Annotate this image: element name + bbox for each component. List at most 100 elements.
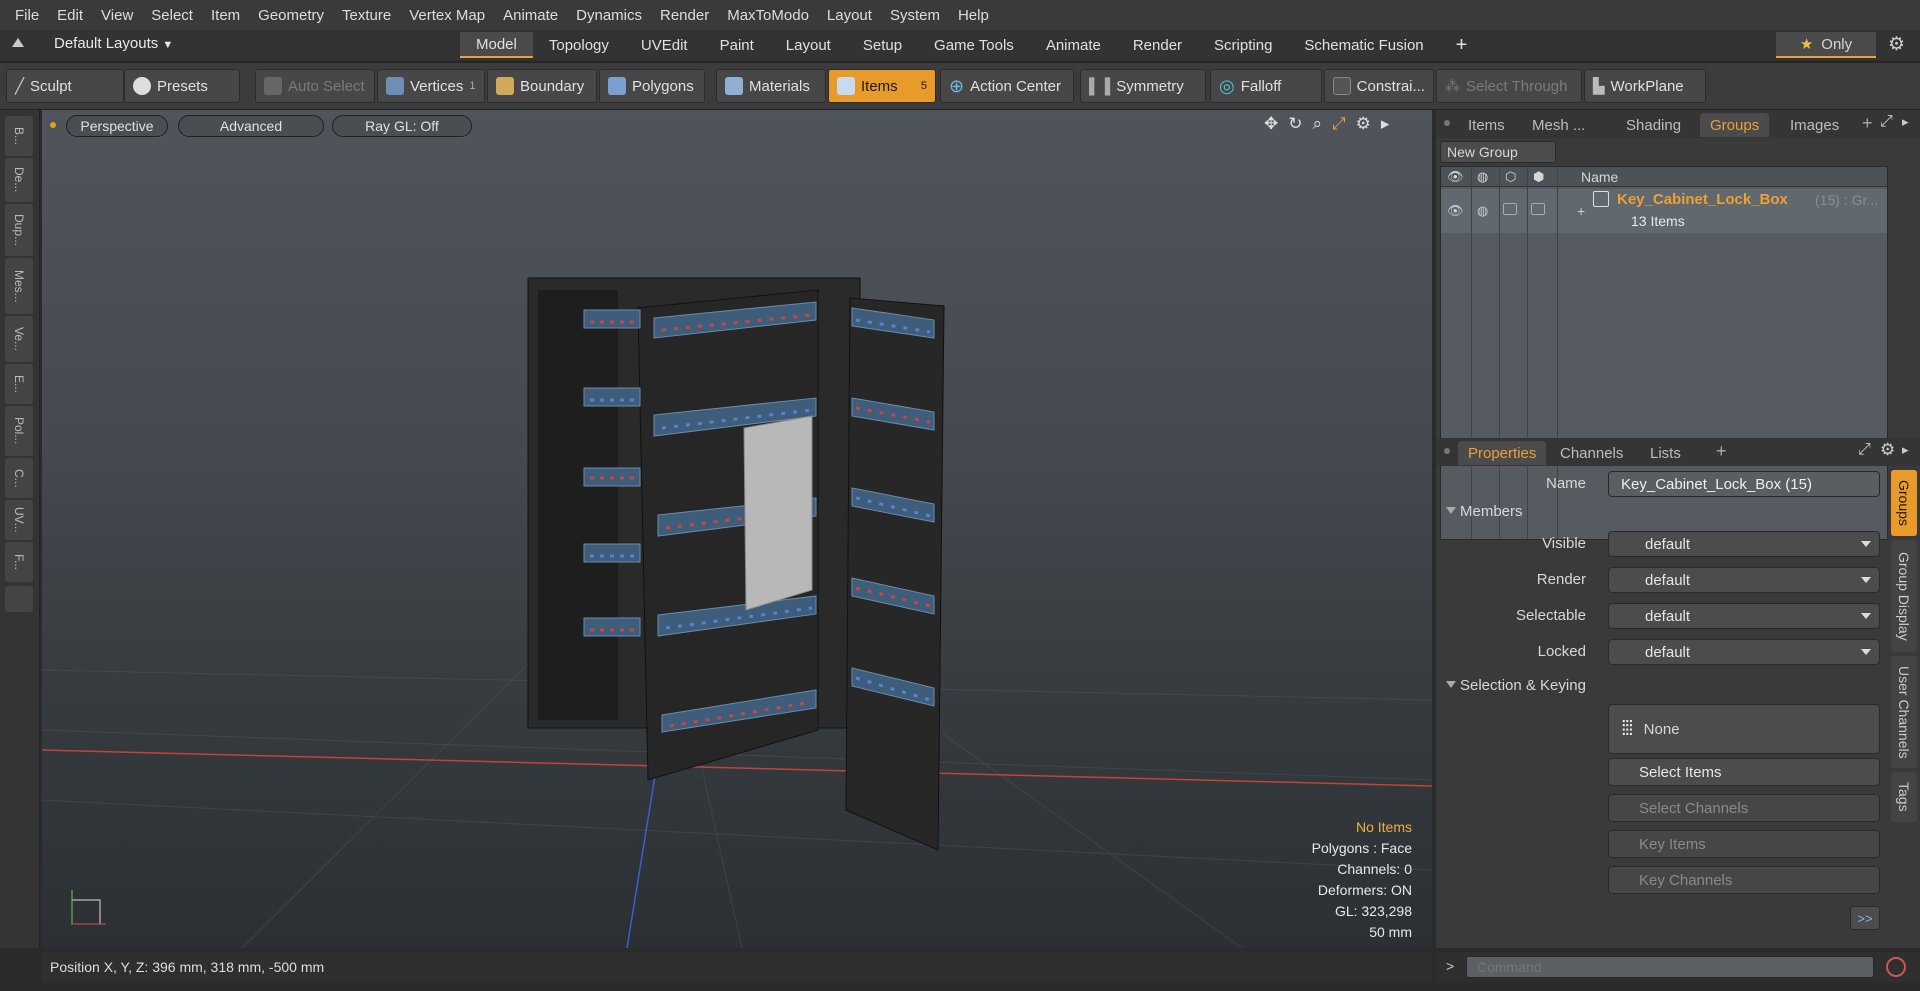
tab-scripting[interactable]: Scripting — [1198, 32, 1288, 58]
only-button[interactable]: ★ Only — [1776, 32, 1876, 58]
vtab-tags[interactable]: Tags — [1891, 772, 1917, 822]
tab-shading[interactable]: Shading — [1616, 113, 1691, 137]
selectable-dropdown[interactable]: default — [1608, 603, 1880, 629]
tab-model[interactable]: Model — [460, 32, 533, 58]
expand-icon[interactable]: ⤢ — [1858, 441, 1871, 459]
play-arrow-icon[interactable]: ▸ — [1381, 114, 1390, 134]
tab-mesh[interactable]: Mesh ... — [1522, 113, 1595, 137]
menu-layout[interactable]: Layout — [818, 7, 881, 24]
gear-icon[interactable]: ⚙ — [1880, 440, 1895, 460]
vtab-group-display[interactable]: Group Display — [1891, 540, 1917, 652]
tab-render[interactable]: Render — [1117, 32, 1198, 58]
more-button[interactable]: >> — [1850, 906, 1880, 930]
left-tab-extra[interactable] — [5, 586, 33, 612]
items-button[interactable]: Items 5 — [828, 69, 936, 103]
add-tab-icon[interactable]: + — [1440, 32, 1484, 58]
select-toggle[interactable] — [1531, 203, 1545, 215]
group-name[interactable]: Key_Cabinet_Lock_Box — [1617, 191, 1788, 208]
menu-maxtomodo[interactable]: MaxToModo — [718, 7, 818, 24]
menu-view[interactable]: View — [92, 7, 142, 24]
tab-channels[interactable]: Channels — [1550, 441, 1633, 465]
tab-lists[interactable]: Lists — [1640, 441, 1691, 465]
command-input[interactable] — [1466, 956, 1874, 978]
left-tab-basic[interactable]: B... — [5, 116, 33, 156]
add-tab-icon[interactable]: + — [1862, 113, 1873, 134]
scene-canvas[interactable] — [42, 110, 1432, 948]
select-through-button[interactable]: ⁂ Select Through — [1436, 69, 1582, 103]
menu-edit[interactable]: Edit — [48, 7, 92, 24]
expand-icon[interactable]: ⤢ — [1880, 113, 1893, 131]
left-tab-mesh-edit[interactable]: Mes... — [5, 258, 33, 314]
left-tab-duplicate[interactable]: Dup... — [5, 204, 33, 256]
view-perspective-button[interactable]: Perspective — [66, 115, 168, 137]
vtab-user-channels[interactable]: User Channels — [1891, 656, 1917, 768]
panel-menu-dot[interactable] — [1444, 120, 1450, 126]
left-tab-vertex[interactable]: Ve... — [5, 316, 33, 362]
key-channels-button[interactable]: Key Channels — [1608, 866, 1880, 894]
expand-plus-icon[interactable]: + — [1577, 203, 1585, 219]
menu-geometry[interactable]: Geometry — [249, 7, 333, 24]
tab-items[interactable]: Items — [1458, 113, 1515, 137]
visible-dropdown[interactable]: default — [1608, 531, 1880, 557]
tab-topology[interactable]: Topology — [533, 32, 625, 58]
tab-schematic-fusion[interactable]: Schematic Fusion — [1288, 32, 1439, 58]
menu-animate[interactable]: Animate — [494, 7, 567, 24]
viewport-menu-dot[interactable] — [50, 122, 56, 128]
gear-icon[interactable]: ⚙ — [1356, 114, 1371, 134]
menu-item[interactable]: Item — [202, 7, 249, 24]
sculpt-button[interactable]: ╱ Sculpt — [6, 69, 124, 103]
menu-select[interactable]: Select — [142, 7, 202, 24]
move-view-icon[interactable]: ✥ — [1264, 114, 1278, 134]
falloff-button[interactable]: ◎ Falloff — [1210, 69, 1322, 103]
panel-menu-dot[interactable] — [1444, 448, 1450, 454]
tab-uvedit[interactable]: UVEdit — [625, 32, 704, 58]
action-center-button[interactable]: ⊕ Action Center — [940, 69, 1074, 103]
left-tab-uv[interactable]: UV... — [5, 500, 33, 540]
menu-system[interactable]: System — [881, 7, 949, 24]
key-items-button[interactable]: Key Items — [1608, 830, 1880, 858]
selection-set-none-button[interactable]: ⁞⁞⁞ None — [1608, 704, 1880, 754]
members-section[interactable]: Members — [1436, 499, 1876, 523]
select-items-button[interactable]: Select Items — [1608, 758, 1880, 786]
left-tab-deform[interactable]: De... — [5, 158, 33, 202]
gear-icon[interactable]: ⚙ — [1888, 33, 1905, 56]
layout-selector[interactable]: Default Layouts ▼ — [54, 35, 173, 52]
tab-layout[interactable]: Layout — [770, 32, 847, 58]
zoom-icon[interactable]: ⌕ — [1313, 114, 1323, 134]
vtab-groups[interactable]: Groups — [1891, 470, 1917, 536]
tab-game-tools[interactable]: Game Tools — [918, 32, 1030, 58]
menu-dynamics[interactable]: Dynamics — [567, 7, 651, 24]
left-tab-edge[interactable]: E... — [5, 364, 33, 404]
select-channels-button[interactable]: Select Channels — [1608, 794, 1880, 822]
presets-button[interactable]: Presets — [124, 69, 240, 103]
tab-properties[interactable]: Properties — [1458, 441, 1547, 465]
rotate-view-icon[interactable]: ↻ — [1288, 114, 1302, 134]
add-tab-icon[interactable]: + — [1716, 441, 1727, 462]
render-toggle[interactable]: ◍ — [1477, 203, 1488, 219]
tab-images[interactable]: Images — [1780, 113, 1849, 137]
record-icon[interactable] — [1886, 957, 1906, 977]
polygons-button[interactable]: Polygons — [599, 69, 705, 103]
arrow-right-icon[interactable]: ▸ — [1902, 114, 1909, 130]
constraints-button[interactable]: Constrai... — [1324, 69, 1434, 103]
left-tab-curve[interactable]: C... — [5, 458, 33, 498]
left-tab-fusion[interactable]: F... — [5, 542, 33, 582]
visibility-toggle[interactable]: 👁 — [1447, 203, 1464, 219]
arrow-right-icon[interactable]: ▸ — [1902, 442, 1909, 458]
menu-render[interactable]: Render — [651, 7, 718, 24]
3d-viewport[interactable]: Perspective Advanced Ray GL: Off ✥ ↻ ⌕ ⤢… — [42, 110, 1432, 948]
menu-help[interactable]: Help — [949, 7, 998, 24]
name-field[interactable]: Key_Cabinet_Lock_Box (15) — [1608, 471, 1880, 497]
fit-view-icon[interactable]: ⤢ — [1332, 114, 1346, 134]
new-group-button[interactable]: New Group — [1440, 141, 1556, 163]
auto-select-button[interactable]: Auto Select — [255, 69, 375, 103]
collapse-icon[interactable] — [12, 38, 24, 47]
tab-animate[interactable]: Animate — [1030, 32, 1117, 58]
selection-keying-section[interactable]: Selection & Keying — [1436, 673, 1876, 697]
menu-vertex-map[interactable]: Vertex Map — [400, 7, 494, 24]
menu-file[interactable]: File — [6, 7, 48, 24]
boundary-button[interactable]: Boundary — [487, 69, 597, 103]
tab-setup[interactable]: Setup — [847, 32, 918, 58]
locked-dropdown[interactable]: default — [1608, 639, 1880, 665]
group-row[interactable]: 👁 ◍ + Key_Cabinet_Lock_Box (15) : Gr... … — [1441, 189, 1887, 233]
